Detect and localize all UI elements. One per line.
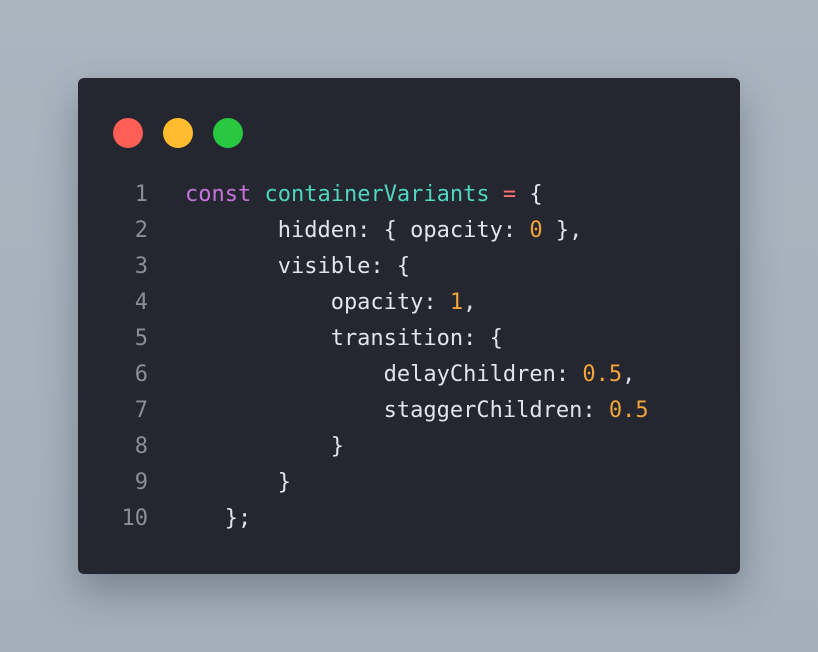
code-token-punc: },: [542, 218, 583, 243]
code-line: 6 delayChildren: 0.5,: [78, 357, 740, 393]
code-token-punc: opacity:: [185, 290, 450, 315]
code-text: const containerVariants = {: [185, 177, 543, 213]
code-text: visible: {: [185, 249, 410, 285]
line-number: 7: [134, 398, 148, 423]
code-line: 1 const containerVariants = {: [78, 177, 740, 213]
code-token-punc: ,: [622, 362, 636, 387]
code-text: staggerChildren: 0.5: [185, 393, 649, 429]
code-line: 3 visible: {: [78, 249, 740, 285]
line-number: 1: [134, 182, 148, 207]
code-token-punc: delayChildren:: [185, 362, 583, 387]
close-button[interactable]: [113, 118, 143, 148]
line-number: 6: [134, 362, 148, 387]
minimize-button[interactable]: [163, 118, 193, 148]
zoom-button[interactable]: [213, 118, 243, 148]
code-token-punc: hidden: { opacity:: [185, 218, 530, 243]
code-token-punc: transition: {: [185, 326, 503, 351]
line-number: 3: [134, 254, 148, 279]
code-token-num: 1: [449, 290, 464, 315]
code-line: 7 staggerChildren: 0.5: [78, 393, 740, 429]
code-token-num: 0: [529, 218, 543, 243]
code-token-punc: {: [516, 182, 543, 207]
line-number: 5: [134, 326, 148, 351]
code-token-punc: }: [185, 434, 344, 459]
line-number: 2: [134, 218, 148, 243]
code-token-keyword: const: [185, 182, 252, 207]
code-token-op: =: [502, 182, 517, 207]
code-text: }: [185, 465, 291, 501]
code-token-punc: };: [185, 506, 252, 531]
code-line: 5 transition: {: [78, 321, 740, 357]
code-token-punc: [251, 182, 264, 207]
code-block: 1 const containerVariants = {2 hidden: { …: [78, 177, 740, 537]
code-token-num: 0.5: [582, 362, 623, 387]
code-token-punc: }: [185, 470, 291, 495]
code-token-punc: ,: [463, 290, 477, 315]
line-number: 9: [134, 470, 148, 495]
line-number: 4: [134, 290, 148, 315]
code-line: 10 };: [78, 501, 740, 537]
code-line: 9 }: [78, 465, 740, 501]
code-token-num: 0.5: [608, 398, 649, 423]
code-text: opacity: 1,: [185, 285, 477, 321]
line-number: 8: [134, 434, 148, 459]
code-token-punc: [490, 182, 503, 207]
line-number: 10: [121, 506, 149, 531]
code-line: 4 opacity: 1,: [78, 285, 740, 321]
code-text: hidden: { opacity: 0 },: [185, 213, 583, 249]
code-token-punc: staggerChildren:: [185, 398, 609, 423]
window-controls: [113, 118, 243, 148]
code-text: delayChildren: 0.5,: [185, 357, 636, 393]
code-token-punc: visible: {: [185, 254, 411, 279]
code-line: 8 }: [78, 429, 740, 465]
code-line: 2 hidden: { opacity: 0 },: [78, 213, 740, 249]
code-window: 1 const containerVariants = {2 hidden: { …: [78, 78, 740, 574]
code-text: };: [185, 501, 252, 537]
code-text: }: [185, 429, 344, 465]
code-token-ident: containerVariants: [264, 182, 490, 207]
code-text: transition: {: [185, 321, 503, 357]
